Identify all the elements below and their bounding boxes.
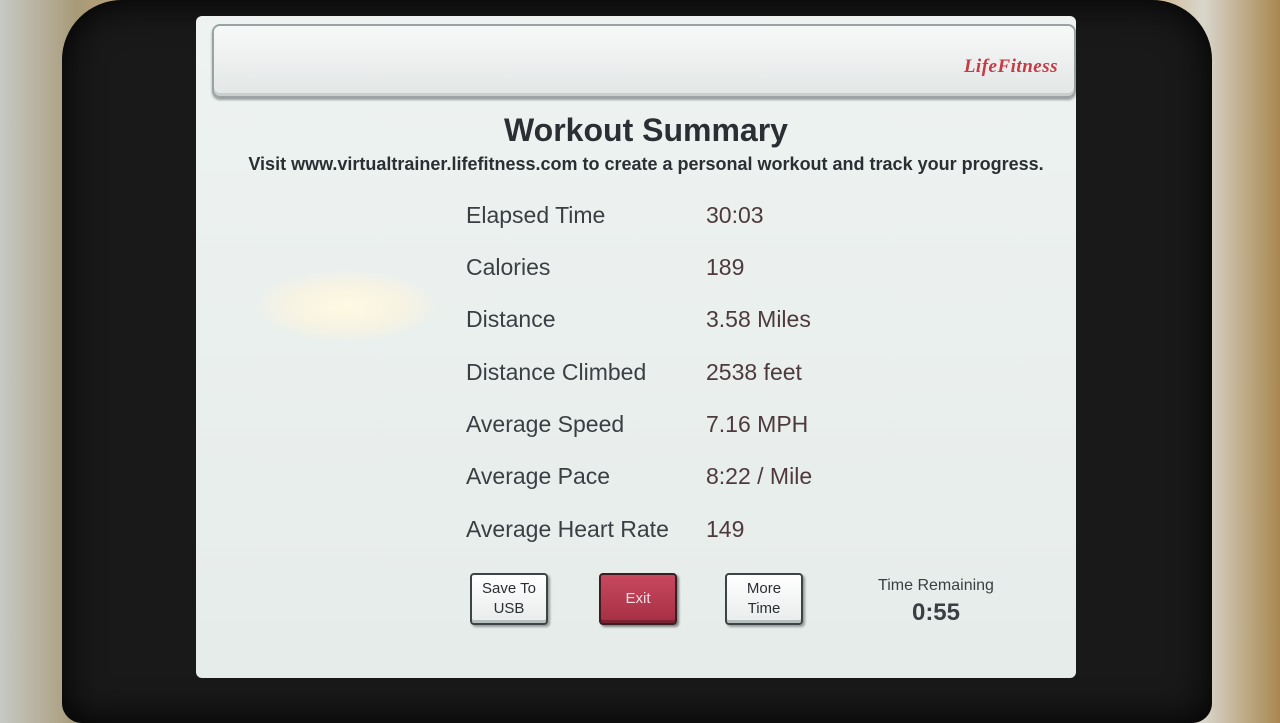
stat-value: 2538 feet xyxy=(706,359,802,385)
time-remaining-value: 0:55 xyxy=(911,599,961,626)
stat-row-average-pace: Average Pace 8:22 / Mile xyxy=(466,463,886,503)
stat-label: Distance xyxy=(466,306,556,332)
header-bar: LifeFitness xyxy=(212,24,1076,98)
stat-label: Average Pace xyxy=(466,463,611,489)
more-time-line2: Time xyxy=(747,600,781,617)
stat-value: 149 xyxy=(706,516,745,542)
time-remaining-label: Time Remaining xyxy=(878,577,994,594)
stat-label: Average Heart Rate xyxy=(466,516,669,542)
stat-row-distance-climbed: Distance Climbed 2538 feet xyxy=(466,359,886,399)
display-screen: LifeFitness Workout Summary Visit www.vi… xyxy=(196,16,1076,678)
stat-row-average-heart-rate: Average Heart Rate 149 xyxy=(466,516,886,556)
screen-glare xyxy=(256,271,436,341)
stat-label: Average Speed xyxy=(466,411,625,437)
exit-button-label: Exit xyxy=(625,590,651,607)
stat-label: Elapsed Time xyxy=(466,202,606,228)
stat-value: 30:03 xyxy=(706,202,764,228)
more-time-button[interactable]: More Time xyxy=(725,573,803,625)
stat-value: 3.58 Miles xyxy=(706,306,811,332)
more-time-button-label: More Time xyxy=(747,579,781,619)
stat-row-calories: Calories 189 xyxy=(466,254,886,294)
time-remaining: Time Remaining 0:55 xyxy=(866,577,1006,627)
stat-value: 8:22 / Mile xyxy=(706,463,813,489)
stat-label: Calories xyxy=(466,254,551,280)
page-subtitle: Visit www.virtualtrainer.lifefitness.com… xyxy=(248,154,1044,174)
more-time-line1: More xyxy=(746,580,782,597)
page-title: Workout Summary xyxy=(504,112,788,148)
save-button-line1: Save To xyxy=(482,580,536,597)
save-to-usb-button[interactable]: Save To USB xyxy=(470,573,548,625)
save-button-line2: USB xyxy=(493,600,525,617)
stat-value: 189 xyxy=(706,254,745,280)
stat-label: Distance Climbed xyxy=(466,359,647,385)
stat-row-distance: Distance 3.58 Miles xyxy=(466,306,886,346)
save-button-label: Save To USB xyxy=(482,579,536,619)
exit-button[interactable]: Exit xyxy=(599,573,677,625)
stat-value: 7.16 MPH xyxy=(706,411,809,437)
brand-logo: LifeFitness xyxy=(963,56,1058,77)
stat-row-average-speed: Average Speed 7.16 MPH xyxy=(466,411,886,451)
stat-row-elapsed-time: Elapsed Time 30:03 xyxy=(466,202,886,242)
